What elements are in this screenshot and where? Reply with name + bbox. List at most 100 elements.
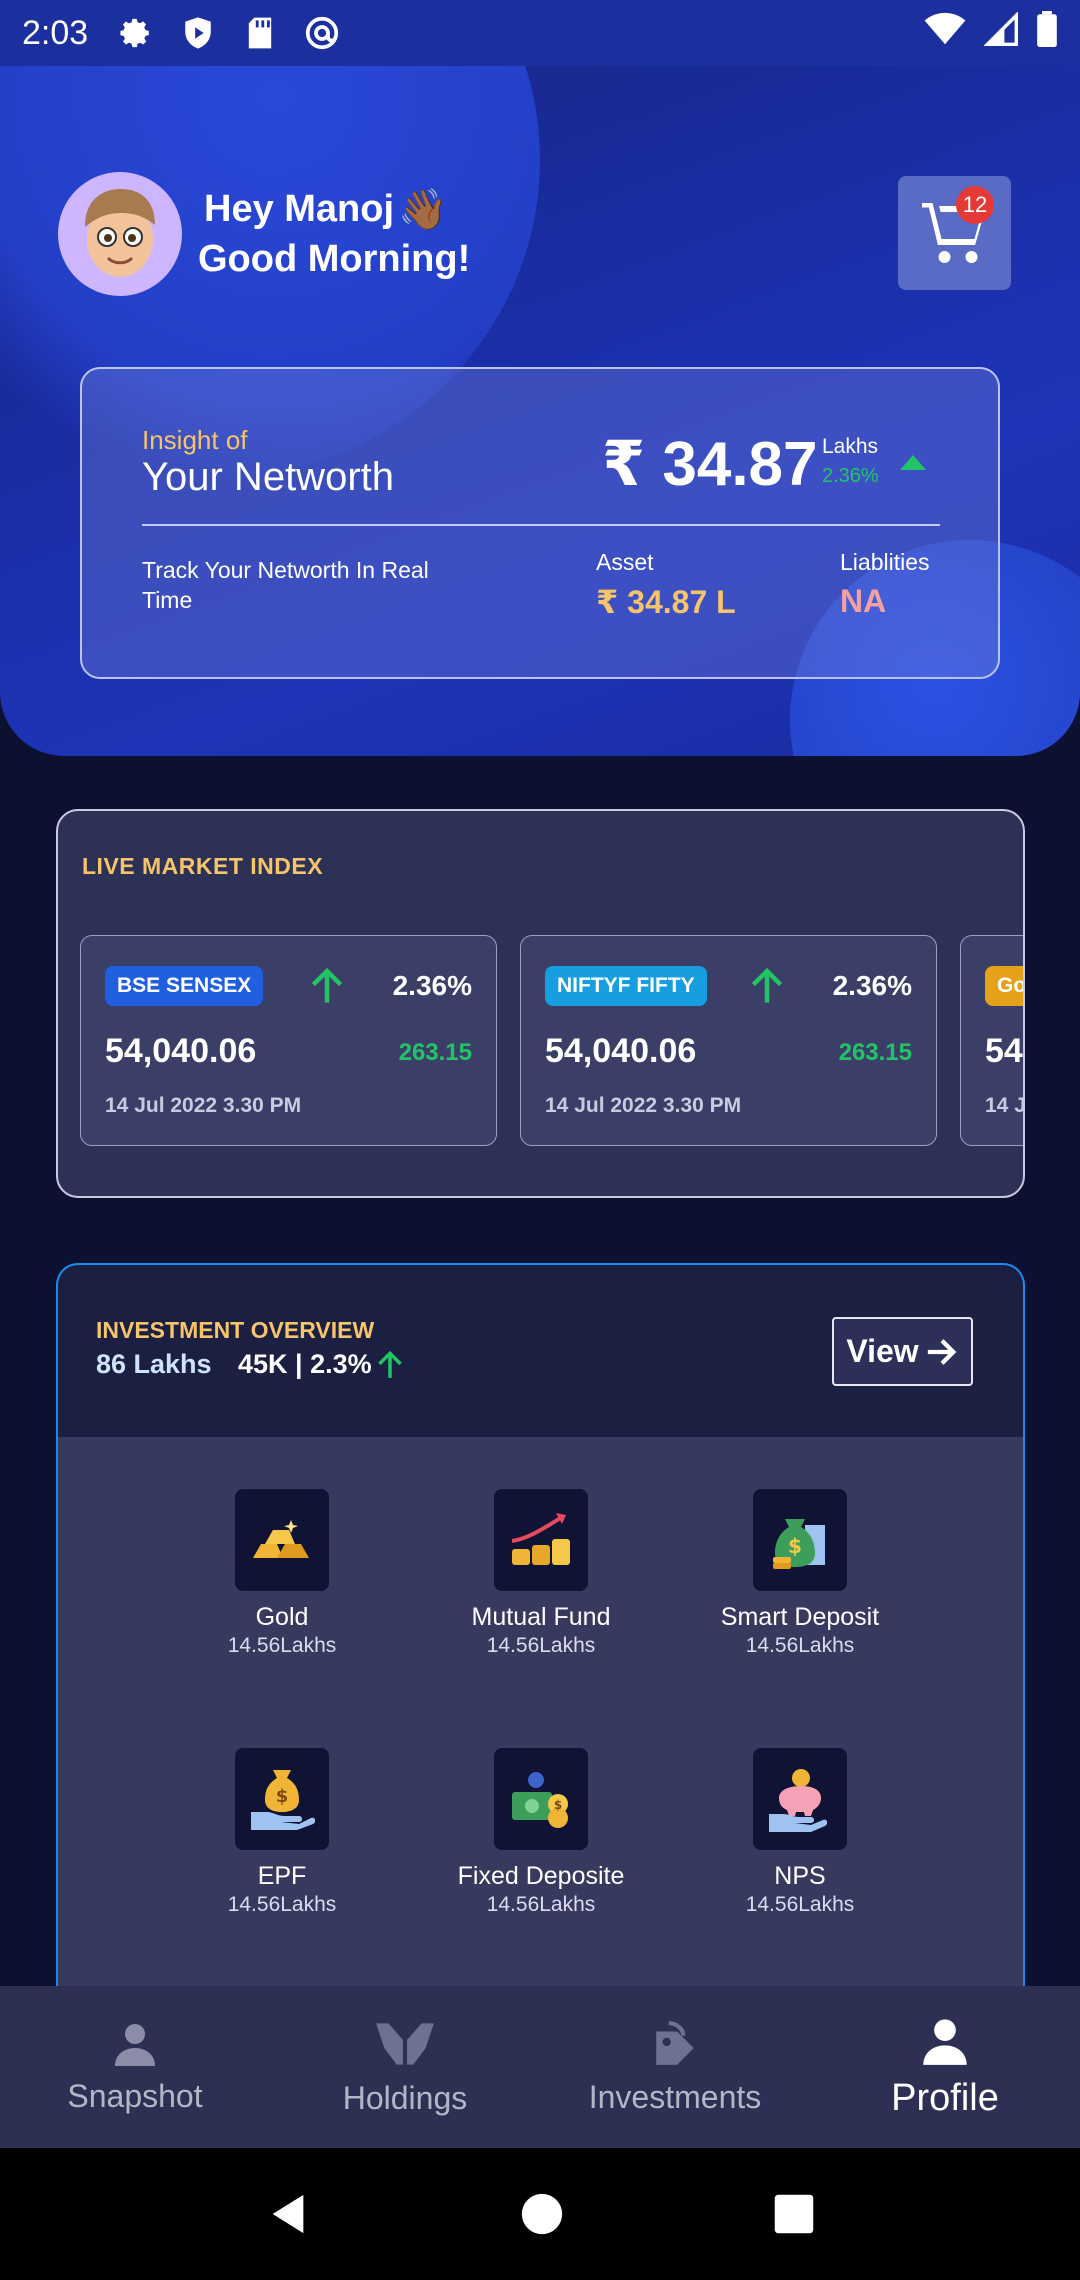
nav-label: Snapshot [67, 2077, 203, 2114]
investment-overview-section: INVESTMENT OVERVIEW 86 Lakhs 45K | 2.3% … [56, 1263, 1025, 2023]
investment-tile-nps[interactable]: NPS 14.56Lakhs [680, 1748, 920, 1917]
cart-count-badge: 12 [956, 186, 994, 224]
nav-profile[interactable]: Profile [810, 1986, 1080, 2148]
investment-tile-smart-deposit[interactable]: $ Smart Deposit 14.56Lakhs [680, 1489, 920, 1658]
investment-grid: Gold 14.56Lakhs Mutual Fund 14.56Lakhs $… [58, 1437, 1023, 2023]
investment-tile-gold[interactable]: Gold 14.56Lakhs [162, 1489, 402, 1658]
nav-label: Investments [588, 2078, 762, 2115]
market-card-bse[interactable]: BSE SENSEX 2.36% 54,040.06 263.15 14 Jul… [80, 935, 497, 1146]
market-title: LIVE MARKET INDEX [82, 853, 324, 879]
back-icon[interactable] [265, 2191, 311, 2237]
arrow-up-icon [309, 966, 345, 1011]
live-market-section: LIVE MARKET INDEX BSE SENSEX 2.36% 54,04… [56, 809, 1025, 1198]
networth-value: ₹ 34.87 [602, 430, 818, 499]
investment-total: 86 Lakhs [96, 1349, 212, 1379]
nav-snapshot[interactable]: Snapshot [0, 1986, 270, 2148]
investment-label: EPF [257, 1862, 307, 1890]
bottom-nav: Snapshot Holdings Investments Profile [0, 1986, 1080, 2148]
market-index-tag: BSE SENSEX [105, 966, 264, 1006]
settings-icon [118, 15, 154, 51]
svg-text:$: $ [554, 1798, 562, 1812]
svg-text:$: $ [788, 1534, 802, 1558]
nav-investments[interactable]: Investments [540, 1986, 810, 2148]
investment-amount: 14.56Lakhs [486, 1893, 596, 1916]
wave-hand-icon: 👋🏾 [398, 188, 448, 232]
view-button-label: View [846, 1333, 919, 1369]
investment-amount: 14.56Lakhs [227, 1893, 337, 1916]
market-index-pct: 2.36% [832, 970, 912, 1001]
sd-card-icon [242, 15, 278, 51]
mutual-fund-growth-icon [494, 1489, 588, 1591]
svg-text:$: $ [276, 1786, 289, 1807]
investment-tile-epf[interactable]: $ EPF 14.56Lakhs [162, 1748, 402, 1917]
avatar-face-icon [85, 189, 155, 277]
investment-label: Smart Deposit [720, 1603, 880, 1631]
person-icon [115, 2023, 155, 2066]
market-index-date: 14 J [985, 1094, 1025, 1117]
view-button[interactable]: View [832, 1317, 973, 1386]
market-index-tag: NIFTYF FIFTY [545, 966, 707, 1006]
investment-change: 45K | 2.3% [238, 1349, 372, 1379]
system-nav-bar [0, 2148, 1080, 2280]
investment-tag-icon [656, 2020, 694, 2065]
investment-title: INVESTMENT OVERVIEW [96, 1317, 375, 1343]
market-index-pct: 2.36% [392, 970, 472, 1001]
market-index-change: 263.15 [838, 1039, 912, 1066]
market-index-value: 54 [985, 1032, 1023, 1070]
person-icon [923, 2018, 967, 2065]
investment-amount: 14.56Lakhs [745, 1634, 855, 1657]
investment-tile-mutual-fund[interactable]: Mutual Fund 14.56Lakhs [421, 1489, 661, 1658]
market-card-nifty[interactable]: NIFTYF FIFTY 2.36% 54,040.06 263.15 14 J… [520, 935, 937, 1146]
investment-tile-fixed-deposit[interactable]: $ Fixed Deposite 14.56Lakhs [421, 1748, 661, 1917]
cash-coins-icon: $ [494, 1748, 588, 1850]
avatar[interactable] [58, 172, 182, 296]
investment-amount: 14.56Lakhs [486, 1634, 596, 1657]
trend-up-icon [900, 455, 926, 470]
market-index-value: 54,040.06 [105, 1032, 257, 1070]
home-icon[interactable] [520, 2192, 564, 2236]
asset-label: Asset [596, 549, 654, 575]
market-card-gold[interactable]: Go 54 14 J [960, 935, 1025, 1146]
piggy-bank-icon [753, 1748, 847, 1850]
arrow-right-icon [927, 1338, 957, 1365]
networth-unit: Lakhs [822, 435, 879, 458]
shield-play-icon [180, 15, 216, 51]
money-bag-coins-icon: $ [753, 1489, 847, 1591]
status-bar: 2:03 [0, 0, 1080, 66]
liabilities-label: Liablities [840, 549, 930, 575]
investment-label: Fixed Deposite [457, 1862, 625, 1890]
investment-amount: 14.56Lakhs [745, 1893, 855, 1916]
cart-button[interactable] [898, 176, 1011, 290]
asset-value: ₹ 34.87 L [596, 584, 736, 620]
greeting-name: Hey Manoj [204, 188, 395, 230]
market-index-date: 14 Jul 2022 3.30 PM [105, 1094, 302, 1117]
investment-label: NPS [774, 1862, 826, 1890]
wifi-icon [924, 12, 966, 55]
nav-label: Holdings [342, 2079, 468, 2116]
recents-icon[interactable] [773, 2193, 815, 2235]
status-time: 2:03 [22, 13, 89, 52]
networth-change-pct: 2.36% [822, 465, 879, 487]
at-sign-icon [304, 15, 340, 51]
networth-track-text: Track Your Networth In Real Time [142, 557, 429, 613]
gold-bars-icon [235, 1489, 329, 1591]
networth-title: Your Networth [142, 455, 394, 499]
investment-amount: 14.56Lakhs [227, 1634, 337, 1657]
market-index-value: 54,040.06 [545, 1032, 697, 1070]
hand-money-bag-icon: $ [235, 1748, 329, 1850]
liabilities-value: NA [840, 583, 887, 619]
battery-icon [1036, 10, 1058, 56]
investment-label: Gold [255, 1603, 309, 1631]
market-index-date: 14 Jul 2022 3.30 PM [545, 1094, 742, 1117]
networth-card[interactable]: Insight of Your Networth ₹ 34.87 Lakhs 2… [80, 367, 1000, 679]
market-index-change: 263.15 [398, 1039, 472, 1066]
arrow-up-icon [376, 1349, 404, 1386]
hands-icon [376, 2022, 434, 2065]
nav-holdings[interactable]: Holdings [270, 1986, 540, 2148]
networth-insight-label: Insight of [142, 425, 248, 455]
market-index-tag: Go [985, 966, 1023, 1006]
investment-label: Mutual Fund [471, 1603, 611, 1631]
greeting-time: Good Morning! [198, 238, 471, 280]
signal-icon [983, 10, 1018, 55]
divider [142, 524, 940, 526]
